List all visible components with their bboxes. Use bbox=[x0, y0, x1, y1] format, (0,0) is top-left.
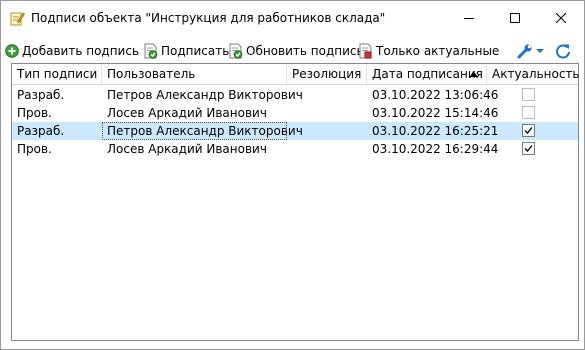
cell-type: Разраб. bbox=[17, 124, 65, 138]
settings-dropdown-button[interactable] bbox=[517, 41, 544, 61]
cell-user: Лосев Аркадий Иванович bbox=[107, 106, 267, 120]
chevron-down-icon bbox=[536, 49, 544, 53]
sort-ascending-icon bbox=[470, 72, 478, 77]
column-header-type[interactable]: Тип подписи bbox=[12, 64, 102, 84]
sign-label: Подписать bbox=[161, 44, 230, 58]
wrench-icon bbox=[517, 44, 532, 59]
actual-checkbox[interactable] bbox=[522, 142, 535, 155]
minimize-icon bbox=[464, 18, 474, 19]
minimize-button[interactable] bbox=[446, 1, 492, 35]
checkmark-icon bbox=[524, 145, 533, 152]
table-row-selected[interactable]: Разраб. Петров Александр Викторович 03.1… bbox=[12, 122, 578, 140]
table-row[interactable]: Разраб. Петров Александр Викторович 03.1… bbox=[12, 86, 578, 104]
filter-document-icon bbox=[359, 43, 372, 59]
cell-date: 03.10.2022 15:14:46 bbox=[372, 106, 499, 120]
sign-button[interactable]: Подписать bbox=[144, 41, 229, 61]
toolbar: Добавить подпись Подписать Обновить подп… bbox=[1, 39, 584, 63]
add-icon bbox=[5, 44, 19, 58]
column-header-date[interactable]: Дата подписания bbox=[367, 64, 487, 84]
column-header-resolution[interactable]: Резолюция bbox=[287, 64, 367, 84]
edit-document-icon bbox=[10, 12, 25, 26]
table-header: Тип подписи Пользователь Резолюция Дата … bbox=[12, 64, 580, 85]
maximize-icon bbox=[510, 13, 520, 23]
only-current-label: Только актуальные bbox=[376, 44, 500, 58]
table-row[interactable]: Пров. Лосев Аркадий Иванович 03.10.2022 … bbox=[12, 140, 578, 158]
cell-date: 03.10.2022 16:29:44 bbox=[372, 142, 499, 156]
signatures-table: Тип подписи Пользователь Резолюция Дата … bbox=[11, 63, 580, 341]
cell-user: Петров Александр Викторович bbox=[102, 122, 303, 140]
update-signature-icon bbox=[229, 43, 243, 59]
refresh-button[interactable] bbox=[555, 41, 571, 61]
sign-document-icon bbox=[144, 43, 158, 59]
column-header-actual[interactable]: Актуальность bbox=[487, 64, 580, 84]
cell-date: 03.10.2022 16:25:21 bbox=[372, 124, 499, 138]
update-signature-label: Обновить подпись bbox=[246, 44, 364, 58]
column-header-user[interactable]: Пользователь bbox=[102, 64, 287, 84]
cell-user: Лосев Аркадий Иванович bbox=[107, 142, 267, 156]
cell-type: Пров. bbox=[17, 106, 52, 120]
cell-user: Петров Александр Викторович bbox=[107, 88, 303, 102]
cell-resolution bbox=[287, 140, 367, 158]
actual-checkbox[interactable] bbox=[522, 124, 535, 137]
checkmark-icon bbox=[524, 127, 533, 134]
title-bar: Подписи объекта "Инструкция для работник… bbox=[1, 1, 584, 35]
cell-resolution bbox=[287, 86, 367, 104]
only-current-button[interactable]: Только актуальные bbox=[359, 41, 499, 61]
column-header-date-label: Дата подписания bbox=[372, 67, 483, 81]
add-signature-label: Добавить подпись bbox=[22, 44, 140, 58]
actual-checkbox[interactable] bbox=[522, 88, 535, 101]
actual-checkbox[interactable] bbox=[522, 106, 535, 119]
add-signature-button[interactable]: Добавить подпись bbox=[5, 41, 139, 61]
cell-type: Пров. bbox=[17, 142, 52, 156]
table-row[interactable]: Пров. Лосев Аркадий Иванович 03.10.2022 … bbox=[12, 104, 578, 122]
cell-date: 03.10.2022 13:06:46 bbox=[372, 88, 499, 102]
cell-resolution bbox=[287, 122, 367, 140]
window-title: Подписи объекта "Инструкция для работник… bbox=[31, 11, 386, 25]
refresh-icon bbox=[556, 44, 570, 59]
cell-type: Разраб. bbox=[17, 88, 65, 102]
maximize-button[interactable] bbox=[492, 1, 538, 35]
update-signature-button[interactable]: Обновить подпись bbox=[229, 41, 364, 61]
signatures-window: Подписи объекта "Инструкция для работник… bbox=[0, 0, 585, 350]
close-icon bbox=[556, 13, 566, 23]
close-button[interactable] bbox=[538, 1, 584, 35]
cell-resolution bbox=[287, 104, 367, 122]
